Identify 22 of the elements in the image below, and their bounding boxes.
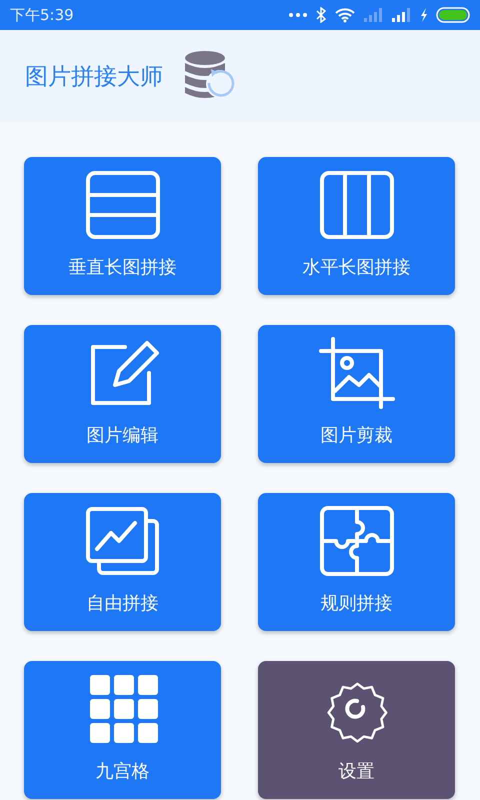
battery-icon — [436, 7, 470, 23]
feature-tile[interactable]: 垂直长图拼接 — [24, 157, 221, 295]
app-title: 图片拼接大师 — [25, 62, 163, 92]
feature-tile[interactable]: 水平长图拼接 — [258, 157, 455, 295]
puzzle-icon — [318, 505, 394, 577]
feature-tile[interactable]: 九宫格 — [24, 661, 221, 799]
charging-icon — [420, 8, 428, 22]
feature-tile[interactable]: 规则拼接 — [258, 493, 455, 631]
more-icon — [288, 12, 308, 18]
feature-tile[interactable]: 图片剪裁 — [258, 325, 455, 463]
columns-layout-icon — [318, 169, 394, 241]
feature-tile[interactable]: 自由拼接 — [24, 493, 221, 631]
feature-tile[interactable]: 设置 — [258, 661, 455, 799]
gallery-icon — [84, 505, 160, 577]
status-time: 下午5:39 — [10, 6, 74, 24]
crop-image-icon — [318, 337, 394, 409]
wifi-icon — [334, 7, 356, 23]
rows-layout-icon — [84, 169, 160, 241]
signal-icon — [392, 8, 412, 22]
feature-tile[interactable]: 图片编辑 — [24, 325, 221, 463]
bluetooth-icon — [316, 7, 326, 23]
signal-icon — [364, 8, 384, 22]
